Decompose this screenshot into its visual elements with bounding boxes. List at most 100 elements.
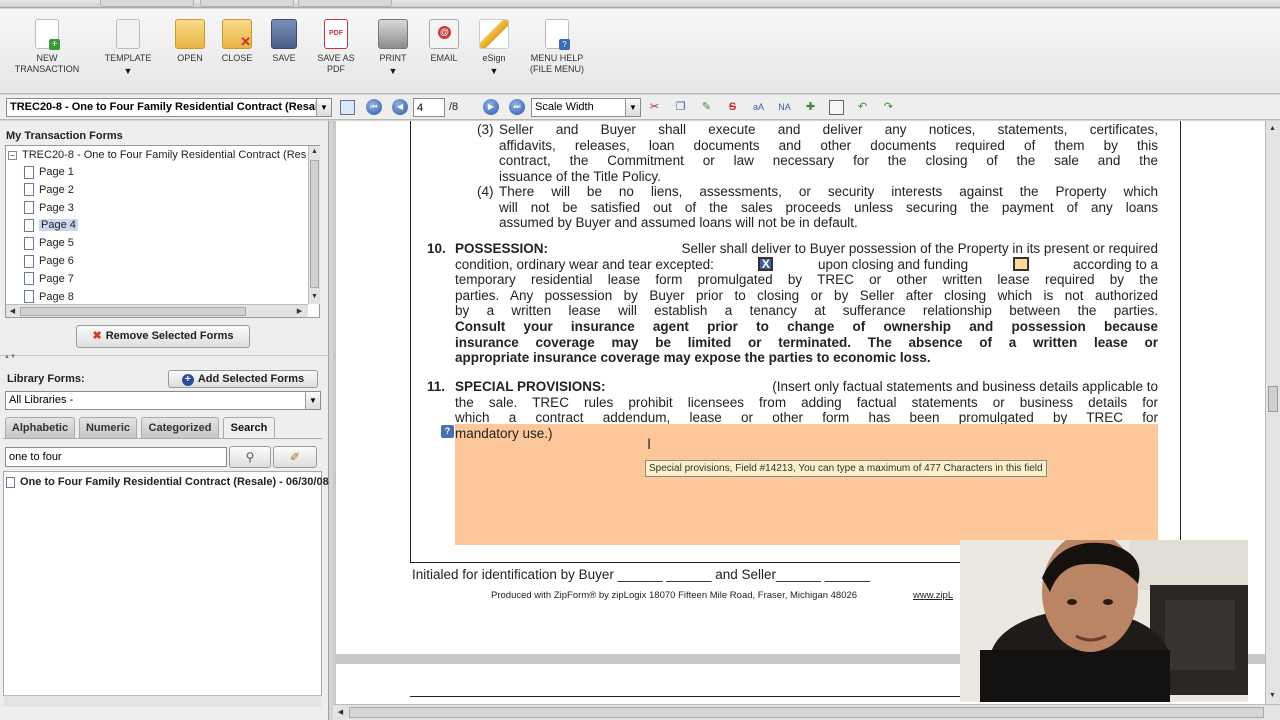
tree-page-item[interactable]: Page 7 bbox=[24, 271, 74, 287]
scroll-down-icon[interactable]: ▼ bbox=[1267, 690, 1278, 701]
new-transaction-icon: + bbox=[35, 19, 60, 50]
open-button[interactable]: OPEN bbox=[170, 19, 210, 64]
first-page-icon[interactable]: ⏮ bbox=[366, 99, 382, 115]
special-provisions-field[interactable] bbox=[455, 424, 1158, 545]
print-dropdown-icon[interactable]: ▼ bbox=[372, 66, 414, 77]
menu-help[interactable] bbox=[298, 0, 392, 7]
scroll-right-icon[interactable]: ▶ bbox=[294, 306, 305, 317]
tree-root[interactable]: − TREC20-8 - One to Four Family Residenti… bbox=[8, 147, 306, 163]
scroll-left-icon[interactable]: ◀ bbox=[335, 707, 346, 718]
tree-page-label: Page 4 bbox=[39, 219, 78, 232]
library-selector[interactable]: All Libraries - ▼ bbox=[5, 391, 321, 410]
item-4-line: assumed by Buyer and assumed loans will … bbox=[499, 215, 858, 231]
grid-icon[interactable] bbox=[829, 100, 844, 115]
scroll-up-icon[interactable]: ▲ bbox=[1267, 123, 1278, 134]
document-vertical-scrollbar[interactable]: ▲ ▼ bbox=[1265, 121, 1280, 704]
tab-alphabetic[interactable]: Alphabetic bbox=[5, 417, 75, 438]
email-button[interactable]: @ EMAIL bbox=[424, 19, 464, 64]
scroll-up-icon[interactable]: ▲ bbox=[309, 146, 320, 157]
tree-vertical-scrollbar[interactable]: ▲ ▼ bbox=[308, 146, 320, 304]
menu-edit[interactable] bbox=[100, 0, 194, 7]
page-icon bbox=[24, 272, 34, 286]
print-button[interactable]: PRINT ▼ bbox=[372, 19, 414, 77]
esign-button[interactable]: eSign ▼ bbox=[474, 19, 514, 77]
chevron-down-icon[interactable]: ▼ bbox=[625, 99, 640, 116]
fit-page-icon[interactable] bbox=[340, 100, 355, 115]
not-applicable-icon[interactable]: NA bbox=[777, 100, 792, 115]
menu-help-button[interactable]: ? MENU HELP (FILE MENU) bbox=[524, 19, 590, 75]
scroll-thumb[interactable] bbox=[20, 307, 246, 316]
webcam-person-image bbox=[960, 540, 1248, 702]
page-number-input[interactable] bbox=[413, 98, 445, 117]
scroll-thumb[interactable] bbox=[1268, 386, 1278, 412]
paste-icon[interactable]: ✎ bbox=[699, 100, 714, 115]
lease-checkbox[interactable] bbox=[1012, 256, 1029, 271]
footer-link[interactable]: www.zipL bbox=[913, 590, 953, 601]
new-transaction-button[interactable]: + NEW TRANSACTION bbox=[12, 19, 82, 75]
cut-icon[interactable]: ✂ bbox=[647, 100, 662, 115]
tree-page-item[interactable]: Page 6 bbox=[24, 253, 74, 269]
template-dropdown-icon[interactable]: ▼ bbox=[98, 66, 158, 77]
search-button[interactable]: ⚲ bbox=[229, 446, 271, 468]
add-selected-forms-button[interactable]: + Add Selected Forms bbox=[168, 370, 318, 388]
tab-categorized[interactable]: Categorized bbox=[141, 417, 219, 438]
tree-page-item[interactable]: Page 8 bbox=[24, 289, 74, 305]
document-horizontal-scrollbar[interactable]: ◀ bbox=[333, 704, 1280, 720]
save-button[interactable]: SAVE bbox=[264, 19, 304, 64]
tree-horizontal-scrollbar[interactable]: ◀ ▶ bbox=[6, 304, 308, 317]
form-selector[interactable]: TREC20-8 - One to Four Family Residentia… bbox=[6, 98, 332, 117]
panel-divider[interactable]: ▲▼ bbox=[0, 354, 329, 361]
page-icon bbox=[24, 236, 34, 250]
copy-icon[interactable]: ❐ bbox=[673, 100, 688, 115]
transaction-forms-header: My Transaction Forms bbox=[6, 130, 123, 142]
clear-search-button[interactable]: ✐ bbox=[273, 446, 317, 468]
next-page-icon[interactable]: ▶ bbox=[483, 99, 499, 115]
tab-numeric[interactable]: Numeric bbox=[79, 417, 137, 438]
section-11-number: 11. bbox=[427, 379, 446, 394]
form-document-icon bbox=[6, 476, 15, 488]
close-button[interactable]: ✕ CLOSE bbox=[217, 19, 257, 64]
results-horizontal-scrollbar[interactable] bbox=[4, 695, 321, 707]
chevron-down-icon[interactable]: ▼ bbox=[305, 392, 320, 409]
tree-page-item[interactable]: Page 2 bbox=[24, 182, 74, 198]
last-page-icon[interactable]: ⏭ bbox=[509, 99, 525, 115]
undo-icon[interactable]: ↶ bbox=[855, 100, 870, 115]
redo-icon[interactable]: ↷ bbox=[881, 100, 896, 115]
form-selector-value: TREC20-8 - One to Four Family Residentia… bbox=[10, 101, 332, 113]
previous-page-icon[interactable]: ◀ bbox=[392, 99, 408, 115]
zoom-selector[interactable]: Scale Width ▼ bbox=[531, 98, 641, 117]
tree-page-item[interactable]: Page 5 bbox=[24, 235, 74, 251]
remove-selected-forms-button[interactable]: ✖ Remove Selected Forms bbox=[76, 325, 250, 348]
main-toolbar: + NEW TRANSACTION TEMPLATE ▼ OPEN ✕ CLOS… bbox=[0, 9, 1280, 94]
library-search-input[interactable] bbox=[5, 447, 227, 467]
field-help-icon[interactable]: ? bbox=[441, 425, 454, 438]
folder-open-icon bbox=[175, 19, 205, 49]
tree-page-item[interactable]: Page 4 bbox=[24, 217, 78, 233]
tree-page-item[interactable]: Page 1 bbox=[24, 164, 74, 180]
page-total: /8 bbox=[449, 101, 459, 113]
section-11-line: mandatory use.) bbox=[455, 425, 553, 441]
scroll-down-icon[interactable]: ▼ bbox=[309, 291, 320, 302]
menu-tools[interactable] bbox=[200, 0, 294, 7]
page-icon bbox=[24, 201, 34, 215]
save-as-pdf-button[interactable]: PDF SAVE AS PDF bbox=[312, 19, 360, 75]
page-icon bbox=[24, 290, 34, 304]
library-forms-label: Library Forms: bbox=[7, 373, 85, 385]
template-button[interactable]: TEMPLATE ▼ bbox=[98, 19, 158, 77]
tab-search[interactable]: Search bbox=[223, 417, 275, 438]
tree-page-item[interactable]: Page 3 bbox=[24, 200, 74, 216]
strikethrough-icon[interactable]: S bbox=[725, 100, 740, 115]
collapse-icon[interactable]: − bbox=[8, 151, 17, 160]
text-cursor-icon: I bbox=[647, 437, 652, 453]
list-item[interactable]: One to Four Family Residential Contract … bbox=[6, 474, 329, 490]
scroll-left-icon[interactable]: ◀ bbox=[7, 306, 18, 317]
item-4-number: (4) bbox=[477, 184, 494, 199]
section-10-line: parties. Any possession by Buyer prior t… bbox=[455, 287, 1158, 303]
add-note-icon[interactable]: ✚ bbox=[803, 100, 818, 115]
font-size-icon[interactable]: aA bbox=[751, 100, 766, 115]
upon-closing-checkbox[interactable]: X bbox=[758, 256, 774, 271]
scroll-thumb[interactable] bbox=[310, 160, 319, 288]
chevron-down-icon[interactable]: ▼ bbox=[316, 99, 331, 116]
esign-dropdown-icon[interactable]: ▼ bbox=[474, 66, 514, 77]
scroll-thumb[interactable] bbox=[349, 707, 1264, 718]
